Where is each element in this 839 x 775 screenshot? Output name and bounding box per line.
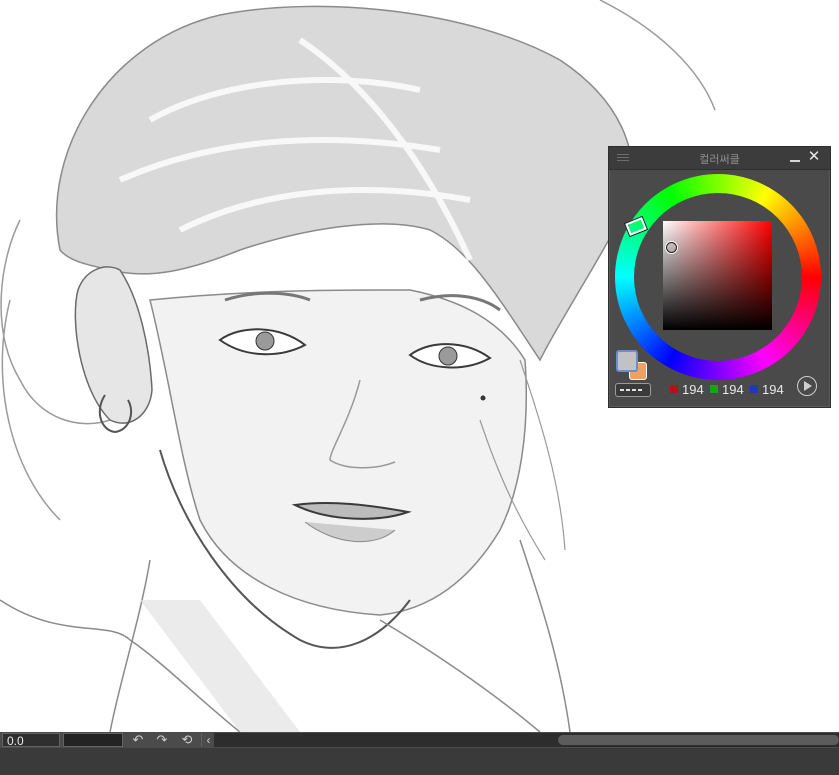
navigation-strip: 0.0 ↶ ↷ ⟲ ‹	[0, 732, 839, 748]
rotate-right-icon[interactable]: ↷	[155, 733, 169, 747]
saturation-brightness-square[interactable]	[663, 221, 772, 330]
face-shape	[149, 289, 527, 616]
color-circle-palette: 컬러써클 ✕ 194 194 194	[608, 146, 831, 408]
green-channel-marker	[710, 385, 718, 393]
green-value: 194	[722, 382, 744, 397]
main-color-swatch[interactable]	[616, 350, 638, 372]
status-bar: 0.0 ↶ ↷ ⟲ ‹	[0, 732, 839, 775]
collapse-left-icon[interactable]: ‹	[201, 733, 215, 747]
ear-shape	[74, 266, 153, 424]
right-iris	[438, 346, 458, 366]
palette-titlebar[interactable]: 컬러써클 ✕	[609, 147, 830, 170]
horizontal-scrollbar[interactable]	[214, 733, 839, 747]
transparent-color-icon[interactable]	[615, 383, 651, 397]
beauty-mark	[480, 395, 486, 401]
background-arc	[599, 0, 716, 111]
close-icon[interactable]: ✕	[806, 149, 822, 165]
red-channel-marker	[670, 385, 678, 393]
color-wheel	[615, 174, 821, 380]
rotation-input[interactable]: 0.0	[2, 733, 60, 748]
minimize-icon[interactable]	[788, 150, 802, 164]
play-icon[interactable]	[797, 376, 817, 396]
blue-value: 194	[762, 382, 784, 397]
scrollbar-thumb[interactable]	[558, 735, 839, 745]
blue-channel-marker	[750, 385, 758, 393]
red-value: 194	[682, 382, 704, 397]
left-iris	[255, 331, 275, 351]
rotation-slider[interactable]	[63, 733, 123, 747]
reset-rotation-icon[interactable]: ⟲	[180, 733, 194, 747]
rotate-left-icon[interactable]: ↶	[131, 733, 145, 747]
saturation-brightness-marker[interactable]	[666, 242, 677, 253]
